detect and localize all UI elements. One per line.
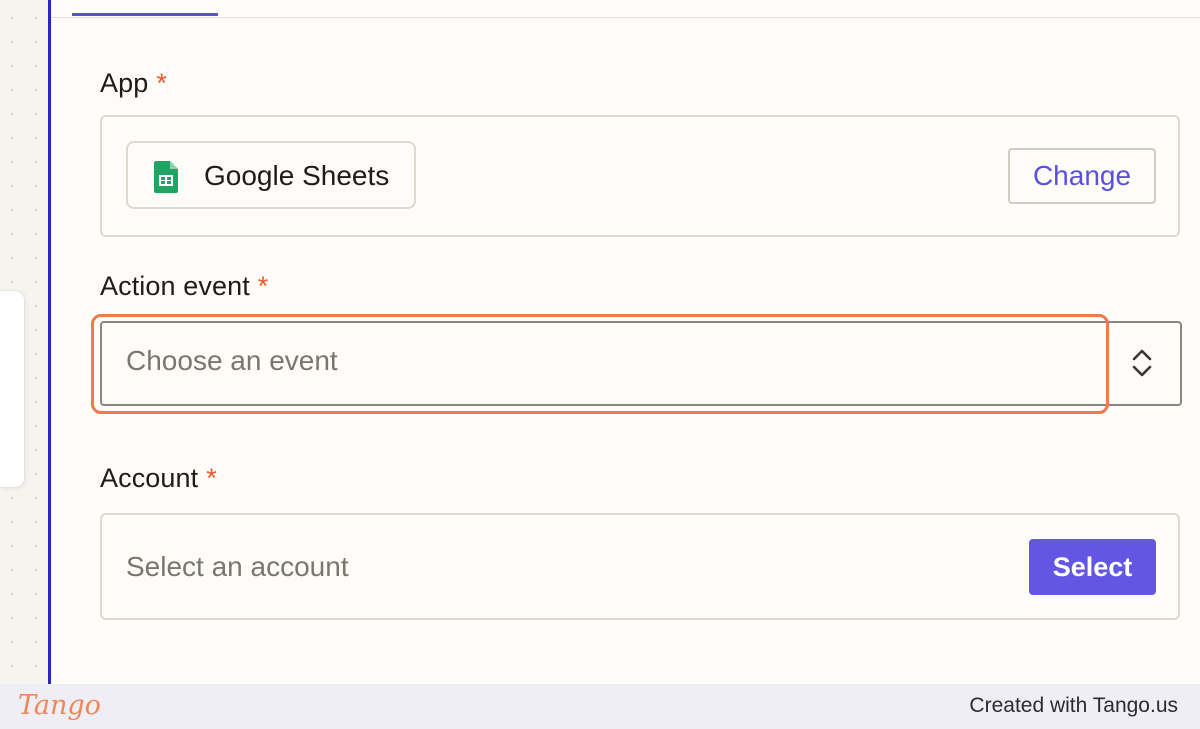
required-asterisk: * [257,271,269,301]
panel-collapse-handle[interactable] [0,290,25,488]
account-label-text: Account [100,463,199,493]
tab-divider [51,17,1200,18]
action-event-placeholder: Choose an event [126,345,338,376]
app-label-text: App [100,68,149,98]
change-app-button[interactable]: Change [1008,148,1156,204]
required-asterisk: * [156,68,167,98]
selected-app-name: Google Sheets [204,160,390,191]
required-asterisk: * [206,463,217,493]
selected-app-chip[interactable]: Google Sheets [126,141,416,209]
tango-footer: Tango Created with Tango.us [0,684,1200,729]
account-placeholder: Select an account [126,551,349,582]
account-field-label: Account * [100,463,217,494]
action-event-label-text: Action event [100,271,250,301]
google-sheets-icon [154,161,178,193]
select-account-button[interactable]: Select [1029,539,1156,595]
app-field-label: App * [100,68,167,99]
chevron-up-down-icon [1132,349,1152,377]
active-tab-indicator [72,13,218,16]
action-event-label: Action event * [100,271,268,302]
footer-credit: Created with Tango.us [969,694,1178,717]
tango-logo: Tango [18,690,101,721]
